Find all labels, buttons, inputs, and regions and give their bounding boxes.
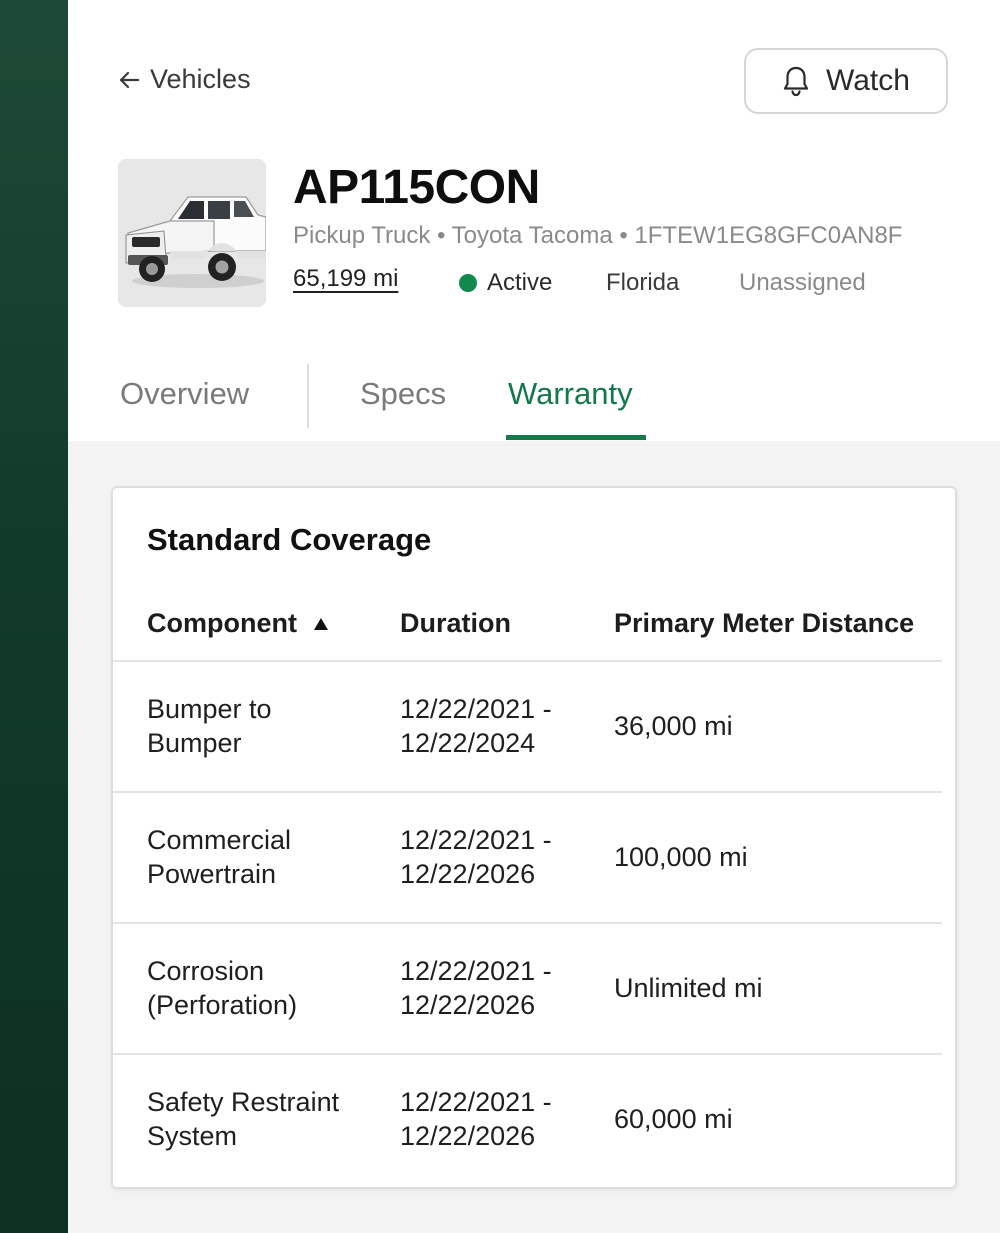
bell-icon bbox=[783, 66, 809, 97]
component-line-1: Corrosion bbox=[147, 956, 265, 986]
tab-overview[interactable]: Overview bbox=[120, 376, 249, 412]
back-link-label: Vehicles bbox=[150, 64, 251, 94]
pickup-truck-image bbox=[118, 159, 266, 307]
component-line-2: Powertrain bbox=[147, 859, 277, 889]
distance-cell: 36,000 mi bbox=[614, 711, 733, 741]
tab-warranty[interactable]: Warranty bbox=[508, 376, 633, 412]
duration-end: 12/22/2024 bbox=[400, 728, 536, 758]
watch-button[interactable]: Watch bbox=[744, 48, 948, 114]
assignee-label: Unassigned bbox=[739, 269, 866, 296]
duration-cell: 12/22/2021 - 12/22/2026 bbox=[400, 823, 600, 891]
back-to-vehicles-link[interactable]: Vehicles bbox=[118, 64, 251, 95]
mileage-link[interactable]: 65,199 mi bbox=[293, 265, 398, 293]
component-line-1: Bumper to bbox=[147, 694, 272, 724]
component-cell: Commercial Powertrain bbox=[147, 823, 377, 891]
vehicle-header: Vehicles Watch AP115CON Pickup Truck • T… bbox=[68, 0, 1000, 441]
component-cell: Bumper to Bumper bbox=[147, 692, 377, 760]
column-header-distance[interactable]: Primary Meter Distance bbox=[614, 608, 914, 639]
status-badge: Active bbox=[459, 269, 552, 297]
distance-cell: Unlimited mi bbox=[614, 973, 763, 1003]
column-header-duration[interactable]: Duration bbox=[400, 608, 511, 639]
component-line-1: Safety Restraint bbox=[147, 1087, 340, 1117]
sidebar-rail bbox=[0, 0, 68, 1233]
duration-cell: 12/22/2021 - 12/22/2026 bbox=[400, 954, 600, 1022]
column-header-component[interactable]: Component bbox=[147, 608, 329, 639]
column-header-component-label: Component bbox=[147, 608, 297, 638]
row-divider bbox=[113, 922, 942, 924]
duration-end: 12/22/2026 bbox=[400, 990, 536, 1020]
arrow-left-icon bbox=[119, 71, 140, 88]
header-divider bbox=[113, 660, 942, 662]
duration-start: 12/22/2021 - bbox=[400, 956, 552, 986]
duration-start: 12/22/2021 - bbox=[400, 694, 552, 724]
card-title: Standard Coverage bbox=[147, 522, 432, 557]
component-line-2: Bumper bbox=[147, 728, 242, 758]
duration-cell: 12/22/2021 - 12/22/2024 bbox=[400, 692, 600, 760]
tab-divider bbox=[307, 364, 309, 428]
component-cell: Safety Restraint System bbox=[147, 1085, 377, 1153]
sort-ascending-icon bbox=[313, 617, 328, 630]
tab-specs[interactable]: Specs bbox=[360, 376, 446, 412]
location-label: Florida bbox=[606, 269, 680, 296]
distance-cell: 60,000 mi bbox=[614, 1104, 733, 1134]
active-tab-indicator bbox=[506, 435, 646, 440]
duration-cell: 12/22/2021 - 12/22/2026 bbox=[400, 1085, 600, 1153]
vehicle-title: AP115CON bbox=[293, 161, 540, 214]
watch-button-label: Watch bbox=[826, 64, 910, 97]
duration-start: 12/22/2021 - bbox=[400, 1087, 552, 1117]
component-line-1: Commercial bbox=[147, 825, 292, 855]
duration-end: 12/22/2026 bbox=[400, 859, 536, 889]
duration-start: 12/22/2021 - bbox=[400, 825, 552, 855]
vehicle-meta: 65,199 mi Active Florida Unassigned bbox=[293, 265, 933, 301]
duration-end: 12/22/2026 bbox=[400, 1121, 536, 1151]
tab-bar: Overview Specs Warranty bbox=[68, 362, 1000, 441]
vehicle-photo bbox=[118, 159, 266, 307]
component-line-2: System bbox=[147, 1121, 238, 1151]
row-divider bbox=[113, 1053, 942, 1055]
status-label: Active bbox=[487, 269, 553, 296]
vehicle-subtitle: Pickup Truck • Toyota Tacoma • 1FTEW1EG8… bbox=[293, 222, 903, 249]
row-divider bbox=[113, 791, 942, 793]
distance-cell: 100,000 mi bbox=[614, 842, 748, 872]
component-cell: Corrosion (Perforation) bbox=[147, 954, 377, 1022]
status-dot-icon bbox=[459, 274, 477, 292]
component-line-2: (Perforation) bbox=[147, 990, 298, 1020]
warranty-card: Standard Coverage Component Duration Pri… bbox=[111, 486, 957, 1189]
